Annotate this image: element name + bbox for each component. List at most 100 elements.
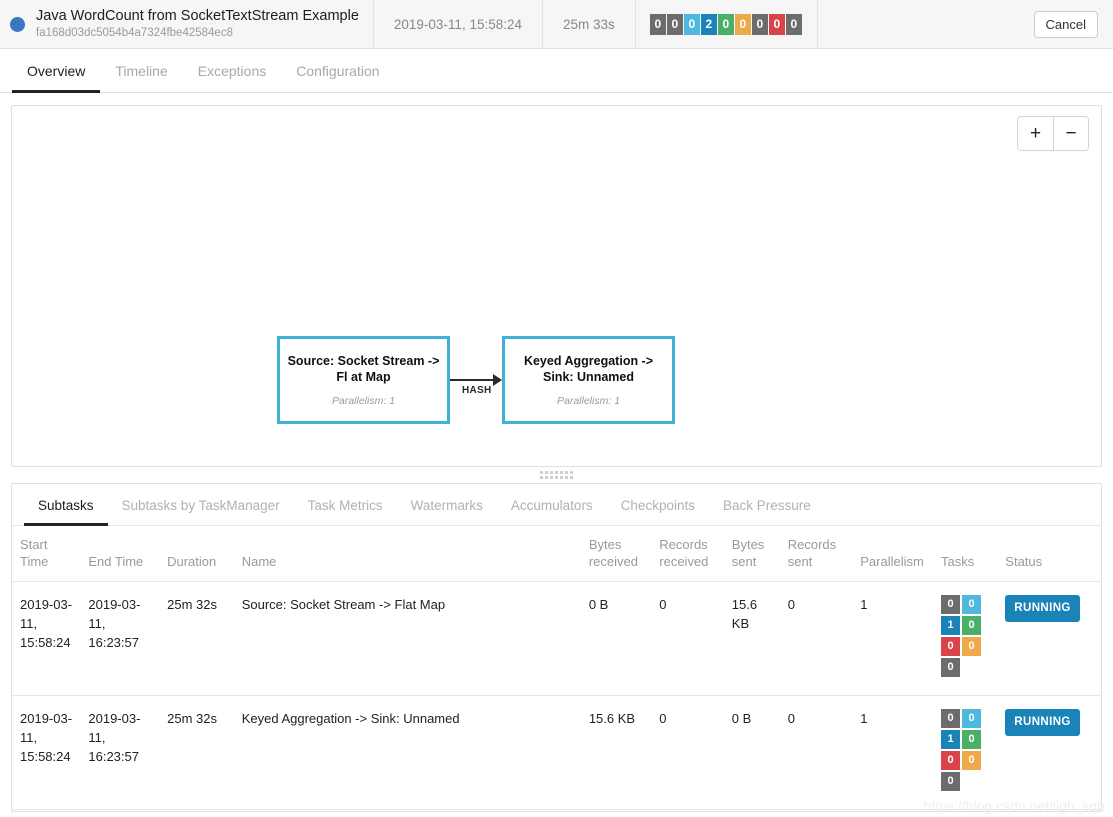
cell-parallelism: 1 (852, 581, 934, 696)
task-state-badge: 0 (941, 637, 961, 656)
graph-edge-label: HASH (462, 385, 492, 396)
graph-node-title: Source: Socket Stream -> Fl at Map (287, 354, 440, 384)
cell-tasks: 0010000 (933, 581, 998, 696)
job-status-badge: 0 (717, 13, 734, 35)
cell-tasks: 0010000 (933, 695, 998, 810)
task-state-badge: 0 (941, 658, 961, 677)
cell-name: Keyed Aggregation -> Sink: Unnamed (233, 695, 581, 810)
task-state-badge: 0 (941, 772, 961, 791)
main-tab-overview[interactable]: Overview (12, 63, 101, 93)
task-state-badge: 0 (941, 595, 961, 614)
graph-node-sink[interactable]: Keyed Aggregation -> Sink: Unnamed Paral… (502, 336, 675, 424)
cell-status: RUNNING (997, 695, 1101, 810)
task-state-badge: 0 (941, 751, 961, 770)
cell-start-time: 2019-03-11, 15:58:24 (12, 695, 81, 810)
header-spacer (818, 0, 1024, 48)
task-state-badge: 0 (962, 709, 982, 728)
main-tab-timeline[interactable]: Timeline (100, 63, 182, 93)
job-title-cell: Java WordCount from SocketTextStream Exa… (0, 0, 374, 48)
job-status-badge: 0 (666, 13, 683, 35)
job-name: Java WordCount from SocketTextStream Exa… (36, 7, 359, 24)
graph-node-parallelism: Parallelism: 1 (556, 395, 621, 407)
status-badge: RUNNING (1005, 595, 1080, 622)
cell-end-time: 2019-03-11, 16:23:57 (80, 695, 160, 810)
th-start-time[interactable]: Start Time (12, 526, 81, 582)
job-status-badge: 2 (700, 13, 717, 35)
job-header-bar: Java WordCount from SocketTextStream Exa… (0, 0, 1113, 49)
table-head: Start Time End Time Duration Name Bytes … (12, 526, 1101, 582)
cancel-button[interactable]: Cancel (1033, 10, 1098, 38)
sub-tab-watermarks[interactable]: Watermarks (397, 498, 497, 526)
tasks-state-grid: 0010000 (941, 595, 982, 677)
cell-bytes-received: 0 B (580, 581, 652, 696)
sub-tab-bar: Subtasks Subtasks by TaskManager Task Metr… (12, 484, 1101, 526)
cell-name: Source: Socket Stream -> Flat Map (233, 581, 581, 696)
job-status-badge: 0 (768, 13, 785, 35)
panel-resize-handle[interactable] (0, 467, 1113, 483)
tasks-state-grid: 0010000 (941, 709, 982, 791)
status-dot-icon (10, 16, 25, 32)
cell-bytes-sent: 15.6 KB (723, 581, 780, 696)
main-tab-bar: Overview Timeline Exceptions Configuration (0, 49, 1113, 93)
main-tab-configuration[interactable]: Configuration (281, 63, 394, 93)
task-state-badge: 0 (962, 637, 982, 656)
graph-canvas[interactable]: Source: Socket Stream -> Fl at Map Paral… (12, 106, 1101, 466)
task-state-badge: 0 (962, 616, 982, 635)
cell-start-time: 2019-03-11, 15:58:24 (12, 581, 81, 696)
graph-node-title: Keyed Aggregation -> Sink: Unnamed (523, 354, 654, 384)
task-state-badge: 0 (962, 751, 982, 770)
th-bytes-received[interactable]: Bytes received (580, 526, 652, 582)
sub-tab-subtasks-by-taskmanager[interactable]: Subtasks by TaskManager (108, 498, 294, 526)
cell-bytes-sent: 0 B (723, 695, 780, 810)
job-status-badge: 0 (734, 13, 751, 35)
th-parallelism[interactable]: Parallelism (852, 526, 934, 582)
sub-tab-checkpoints[interactable]: Checkpoints (607, 498, 709, 526)
task-state-badge: 1 (941, 616, 961, 635)
th-name[interactable]: Name (233, 526, 581, 582)
resize-grip-icon (540, 471, 573, 479)
subtasks-table: Start Time End Time Duration Name Bytes … (12, 526, 1101, 810)
main-tab-exceptions[interactable]: Exceptions (183, 63, 281, 93)
graph-node-parallelism: Parallelism: 1 (331, 395, 396, 407)
task-state-badge: 0 (962, 595, 982, 614)
job-duration: 25m 33s (543, 0, 636, 48)
table-header-row: Start Time End Time Duration Name Bytes … (12, 526, 1101, 582)
th-tasks[interactable]: Tasks (933, 526, 998, 582)
cell-duration: 25m 32s (159, 581, 234, 696)
th-bytes-sent[interactable]: Bytes sent (723, 526, 780, 582)
cell-end-time: 2019-03-11, 16:23:57 (80, 581, 160, 696)
sub-tab-accumulators[interactable]: Accumulators (497, 498, 607, 526)
cell-records-sent: 0 (779, 695, 853, 810)
job-status-badge: 0 (683, 13, 700, 35)
table-row[interactable]: 2019-03-11, 15:58:24 2019-03-11, 16:23:57… (12, 581, 1101, 696)
badge-strip: 000200000 (649, 13, 803, 35)
th-records-sent[interactable]: Records sent (779, 526, 853, 582)
graph-node-source[interactable]: Source: Socket Stream -> Fl at Map Paral… (277, 336, 450, 424)
cancel-cell: Cancel (1024, 0, 1113, 48)
cell-parallelism: 1 (852, 695, 934, 810)
th-end-time[interactable]: End Time (80, 526, 160, 582)
task-state-badge: 0 (941, 709, 961, 728)
th-duration[interactable]: Duration (159, 526, 234, 582)
cell-records-received: 0 (651, 695, 724, 810)
th-records-received[interactable]: Records received (651, 526, 724, 582)
job-status-badge: 0 (751, 13, 768, 35)
graph-edge-line (450, 379, 494, 381)
job-status-badge: 0 (785, 13, 802, 35)
sub-tab-subtasks[interactable]: Subtasks (24, 498, 108, 526)
subtasks-panel: Subtasks Subtasks by TaskManager Task Metr… (11, 483, 1102, 812)
task-state-badge: 1 (941, 730, 961, 749)
job-status-badges: 000200000 (636, 0, 818, 48)
th-status[interactable]: Status (997, 526, 1101, 582)
job-graph-panel: + − Source: Socket Stream -> Fl at Map P… (11, 105, 1102, 467)
table-row[interactable]: 2019-03-11, 15:58:24 2019-03-11, 16:23:57… (12, 695, 1101, 810)
sub-tab-back-pressure[interactable]: Back Pressure (709, 498, 825, 526)
table-body: 2019-03-11, 15:58:24 2019-03-11, 16:23:57… (12, 581, 1101, 810)
sub-tab-task-metrics[interactable]: Task Metrics (294, 498, 397, 526)
graph-edge-arrow-icon (493, 374, 502, 386)
cell-bytes-received: 15.6 KB (580, 695, 652, 810)
cell-status: RUNNING (997, 581, 1101, 696)
job-start-time: 2019-03-11, 15:58:24 (374, 0, 543, 48)
task-state-badge: 0 (962, 730, 982, 749)
cell-records-sent: 0 (779, 581, 853, 696)
